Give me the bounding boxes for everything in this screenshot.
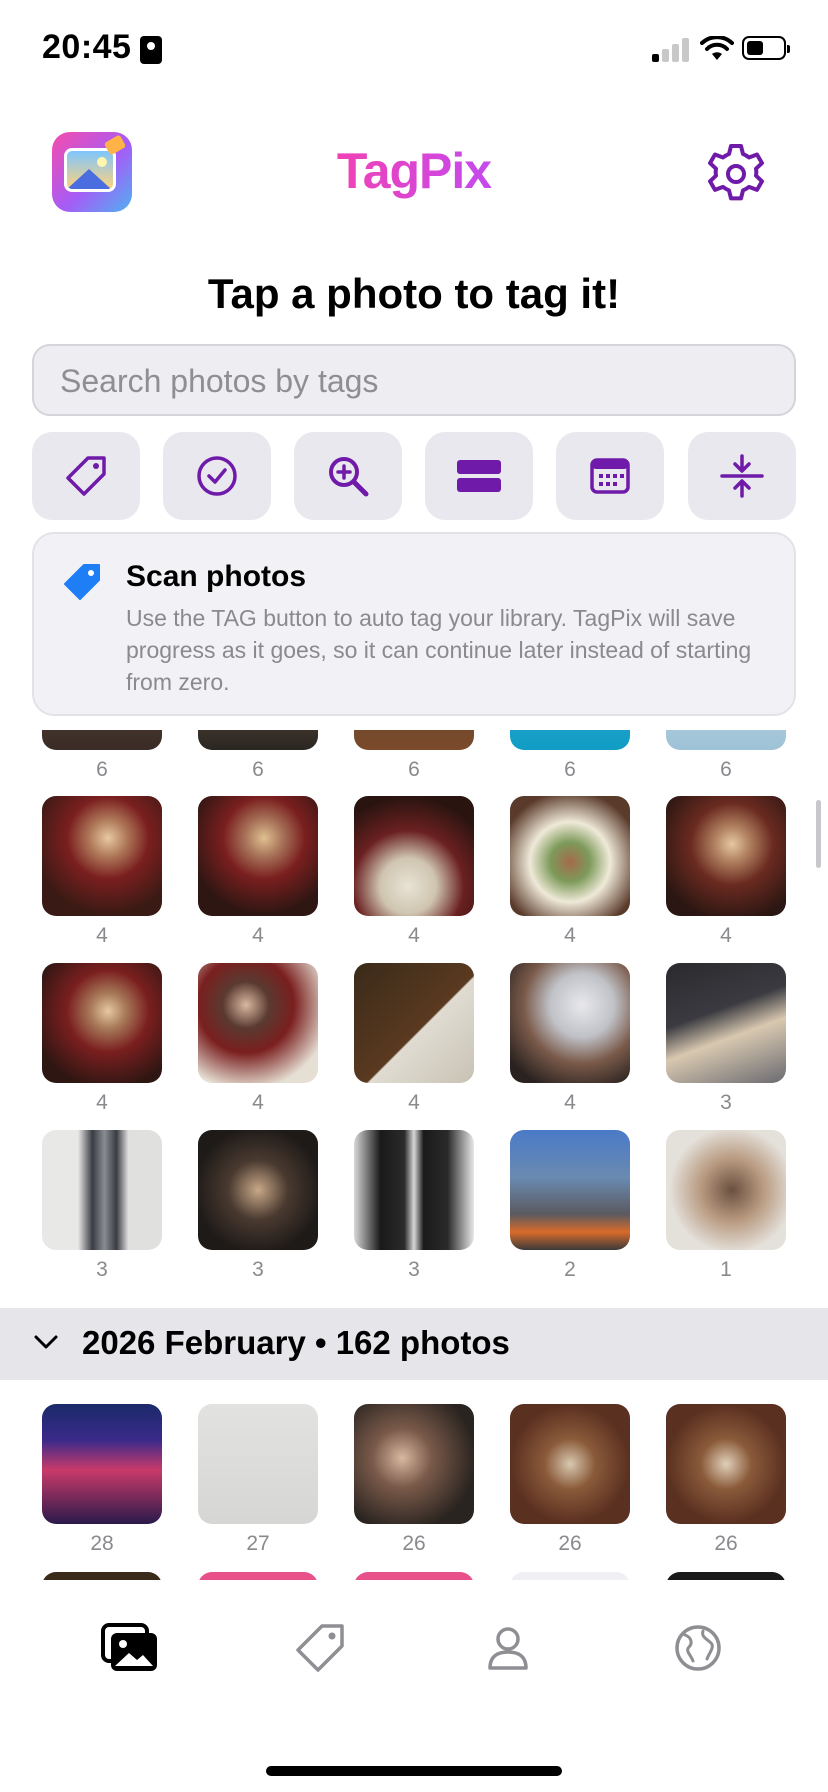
person-icon bbox=[488, 1627, 528, 1670]
photo-thumbnail[interactable] bbox=[510, 1572, 630, 1580]
tag-count: 3 bbox=[96, 1258, 108, 1281]
search-input[interactable] bbox=[58, 360, 762, 402]
tag-count: 26 bbox=[402, 1532, 426, 1555]
compress-tool-button[interactable] bbox=[688, 432, 796, 520]
tag-count: 26 bbox=[714, 1532, 738, 1555]
photo-thumbnail[interactable] bbox=[198, 1130, 318, 1250]
photo-thumbnail[interactable] bbox=[666, 1404, 786, 1524]
info-title: Scan photos bbox=[126, 560, 307, 593]
checkmark-circle-icon bbox=[197, 456, 237, 496]
tag-count: 28 bbox=[90, 1532, 114, 1555]
tag-icon bbox=[66, 456, 106, 496]
scrollbar[interactable] bbox=[816, 800, 821, 868]
search-bar[interactable] bbox=[32, 344, 796, 416]
calendar-tool-button[interactable] bbox=[556, 432, 664, 520]
photo-thumbnail[interactable] bbox=[42, 1404, 162, 1524]
calendar-icon bbox=[590, 458, 630, 494]
cellular-signal-icon bbox=[652, 38, 692, 62]
settings-gear-icon[interactable] bbox=[704, 142, 768, 206]
photo-thumbnail[interactable] bbox=[198, 963, 318, 1083]
page-headline: Tap a photo to tag it! bbox=[207, 270, 621, 317]
wifi-icon bbox=[700, 36, 734, 60]
photo-thumbnail[interactable] bbox=[666, 730, 786, 750]
photo-grid: 6 6 6 6 6 4 4 4 4 4 4 4 4 4 3 3 3 3 2 1 … bbox=[0, 730, 828, 1580]
tag-count: 4 bbox=[564, 1091, 576, 1114]
month-section-header[interactable]: 2026 February • 162 photos bbox=[0, 1308, 828, 1380]
tag-count: 4 bbox=[96, 924, 108, 947]
photo-thumbnail[interactable] bbox=[666, 1572, 786, 1580]
tag-count: 6 bbox=[408, 758, 420, 781]
tag-count: 4 bbox=[408, 924, 420, 947]
status-time: 20:45 bbox=[42, 28, 132, 66]
home-indicator[interactable] bbox=[266, 1766, 562, 1776]
photo-thumbnail[interactable] bbox=[42, 796, 162, 916]
tag-count: 3 bbox=[252, 1258, 264, 1281]
layout-tool-button[interactable] bbox=[425, 432, 533, 520]
info-body: Use the TAG button to auto tag your libr… bbox=[126, 605, 752, 695]
photo-thumbnail[interactable] bbox=[354, 730, 474, 750]
photo-thumbnail[interactable] bbox=[510, 730, 630, 750]
photo-thumbnail[interactable] bbox=[42, 1130, 162, 1250]
photos-icon bbox=[101, 1623, 157, 1671]
zoom-in-icon bbox=[329, 457, 369, 497]
tag-count: 6 bbox=[720, 758, 732, 781]
photo-thumbnail[interactable] bbox=[510, 796, 630, 916]
photo-thumbnail[interactable] bbox=[42, 1572, 162, 1580]
tag-count: 4 bbox=[252, 924, 264, 947]
photo-thumbnail[interactable] bbox=[198, 1404, 318, 1524]
tag-count: 2 bbox=[564, 1258, 576, 1281]
tag-count: 4 bbox=[252, 1091, 264, 1114]
select-tool-button[interactable] bbox=[163, 432, 271, 520]
tag-count: 26 bbox=[558, 1532, 582, 1555]
photo-thumbnail[interactable] bbox=[510, 1130, 630, 1250]
section-label: 2026 February • 162 photos bbox=[82, 1324, 510, 1361]
tag-count: 4 bbox=[96, 1091, 108, 1114]
photo-thumbnail[interactable] bbox=[198, 796, 318, 916]
compress-vertical-icon bbox=[720, 454, 764, 498]
photo-thumbnail[interactable] bbox=[510, 1404, 630, 1524]
tag-count: 3 bbox=[720, 1091, 732, 1114]
tag-count: 27 bbox=[246, 1532, 270, 1555]
tag-tool-button[interactable] bbox=[32, 432, 140, 520]
status-bar: 20:45 bbox=[0, 0, 828, 100]
photo-thumbnail[interactable] bbox=[354, 1572, 474, 1580]
tag-count: 6 bbox=[564, 758, 576, 781]
tab-tags[interactable] bbox=[290, 1620, 350, 1676]
chevron-down-icon bbox=[34, 1335, 58, 1349]
photo-thumbnail[interactable] bbox=[198, 730, 318, 750]
photo-thumbnail[interactable] bbox=[42, 963, 162, 1083]
photo-thumbnail[interactable] bbox=[354, 963, 474, 1083]
photo-thumbnail[interactable] bbox=[42, 730, 162, 750]
photo-thumbnail[interactable] bbox=[354, 1130, 474, 1250]
rows-icon bbox=[457, 460, 501, 492]
tag-count: 6 bbox=[252, 758, 264, 781]
tab-profile[interactable] bbox=[478, 1620, 538, 1676]
scan-info-card: Scan photos Use the TAG button to auto t… bbox=[32, 532, 796, 716]
photo-thumbnail[interactable] bbox=[666, 1130, 786, 1250]
photo-thumbnail[interactable] bbox=[354, 1404, 474, 1524]
photo-thumbnail[interactable] bbox=[354, 796, 474, 916]
photo-thumbnail[interactable] bbox=[510, 963, 630, 1083]
tab-bar bbox=[0, 1580, 828, 1792]
tab-photos[interactable] bbox=[100, 1620, 160, 1676]
tag-filled-icon bbox=[64, 564, 100, 600]
tag-count: 4 bbox=[720, 924, 732, 947]
toolbar bbox=[32, 432, 796, 520]
tag-count: 4 bbox=[408, 1091, 420, 1114]
photo-thumbnail[interactable] bbox=[666, 796, 786, 916]
contact-card-icon bbox=[140, 36, 162, 64]
tag-count: 3 bbox=[408, 1258, 420, 1281]
globe-icon bbox=[675, 1625, 721, 1671]
tag-count: 6 bbox=[96, 758, 108, 781]
battery-icon bbox=[742, 36, 790, 60]
tab-explore[interactable] bbox=[668, 1620, 728, 1676]
tag-count: 4 bbox=[564, 924, 576, 947]
photo-thumbnail[interactable] bbox=[198, 1572, 318, 1580]
zoom-tool-button[interactable] bbox=[294, 432, 402, 520]
photo-thumbnail[interactable] bbox=[666, 963, 786, 1083]
tag-count: 1 bbox=[720, 1258, 732, 1281]
tag-icon bbox=[296, 1624, 344, 1672]
